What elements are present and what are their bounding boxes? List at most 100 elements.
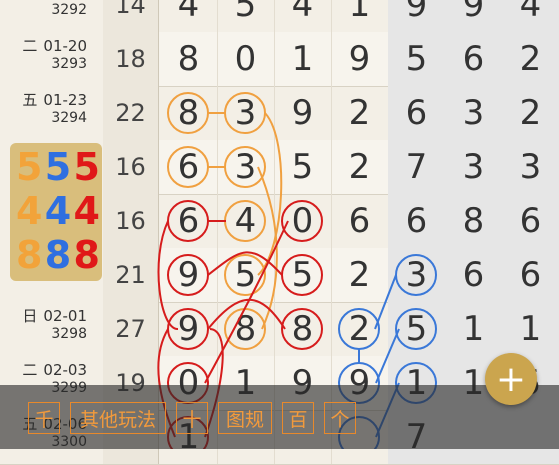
- badge-digit: 4: [44, 189, 72, 233]
- digit-cell: 3: [502, 140, 559, 194]
- badge-digit: 8: [16, 233, 43, 277]
- digit-cell: 5: [217, 248, 275, 302]
- date-text: 02-03: [43, 361, 87, 379]
- digit-cell: 3: [445, 140, 503, 194]
- digit-cell: 1: [445, 302, 503, 356]
- draw-row: 3292 14 4 5 4 1 9 9 4: [0, 0, 559, 33]
- badge-row-1: 5 5 5: [16, 147, 100, 187]
- draw-date: 二 01-20: [22, 35, 87, 56]
- digit-cell: 3: [217, 140, 275, 194]
- issue-number: 3292: [51, 2, 87, 18]
- weekday: 五: [22, 91, 38, 109]
- digit-cell: 4: [274, 0, 332, 32]
- draw-date: 日 02-01: [22, 305, 87, 326]
- badge-digit: 5: [73, 145, 100, 189]
- digit-cell: 6: [331, 194, 389, 248]
- digit-cell: 7: [388, 140, 446, 194]
- digit-cell: 2: [331, 248, 389, 302]
- date-cell: 日 02-01 3298: [0, 302, 104, 356]
- draw-date: 二 02-03: [22, 359, 87, 380]
- digit-cell: 8: [160, 86, 218, 140]
- other-play-button[interactable]: 其他玩法: [70, 402, 166, 434]
- digit-cell: 3: [445, 86, 503, 140]
- weekday: 日: [22, 307, 38, 325]
- sum-value: 21: [103, 248, 159, 302]
- draw-row: 日 02-01 3298 27 9 8 8 2 5 1 1: [0, 302, 559, 357]
- add-fab-button[interactable]: +: [485, 353, 537, 405]
- sum-value: 16: [103, 194, 159, 248]
- digit-cell: 5: [388, 302, 446, 356]
- units-button[interactable]: 个: [324, 402, 356, 434]
- digit-cell: 1: [331, 0, 389, 32]
- digit-cell: 2: [502, 32, 559, 86]
- digit-cell: 0: [217, 32, 275, 86]
- digit-cell: 1: [274, 32, 332, 86]
- digit-cell: 2: [331, 140, 389, 194]
- digit-cell: 9: [274, 86, 332, 140]
- weekday: 二: [22, 361, 38, 379]
- digit-cell: 3: [388, 248, 446, 302]
- badge-digit: 5: [44, 145, 72, 189]
- date-text: 01-20: [43, 37, 87, 55]
- digit-cell: 8: [445, 194, 503, 248]
- badge-row-2: 4 4 4: [16, 191, 100, 231]
- draw-row: 五 01-23 3294 22 8 3 9 2 6 3 2: [0, 86, 559, 141]
- sum-value: 14: [103, 0, 159, 32]
- badge-digit: 4: [16, 189, 43, 233]
- badge-digit: 4: [73, 189, 100, 233]
- digit-cell: 9: [160, 302, 218, 356]
- digit-cell: 6: [445, 32, 503, 86]
- digit-cell: 4: [502, 0, 559, 32]
- digit-cell: 8: [274, 302, 332, 356]
- draw-row: 二 01-20 3293 18 8 0 1 9 5 6 2: [0, 32, 559, 87]
- digit-cell: 4: [217, 194, 275, 248]
- digit-cell: 8: [160, 32, 218, 86]
- digit-cell: 1: [502, 302, 559, 356]
- digit-cell: 5: [217, 0, 275, 32]
- date-text: 02-01: [43, 307, 87, 325]
- date-cell: 二 01-20 3293: [0, 32, 104, 86]
- hundreds-button[interactable]: 百: [282, 402, 314, 434]
- date-cell: 3292: [0, 0, 104, 32]
- digit-cell: 4: [160, 0, 218, 32]
- digit-cell: 2: [331, 86, 389, 140]
- draw-date: 五 01-23: [22, 89, 87, 110]
- badge-digit: 8: [73, 233, 100, 277]
- digit-cell: 6: [502, 248, 559, 302]
- digit-cell: 5: [274, 140, 332, 194]
- digit-cell: 5: [388, 32, 446, 86]
- date-text: 01-23: [43, 91, 87, 109]
- badge-digit: 5: [16, 145, 43, 189]
- digit-cell: 9: [160, 248, 218, 302]
- thousands-button[interactable]: 千: [28, 402, 60, 434]
- chart-rules-button[interactable]: 图规: [218, 402, 272, 434]
- badge-row-3: 8 8 8: [16, 235, 100, 275]
- tens-button[interactable]: 十: [176, 402, 208, 434]
- sum-value: 18: [103, 32, 159, 86]
- digit-cell: 9: [388, 0, 446, 32]
- issue-number: 3294: [51, 110, 87, 126]
- digit-cell: 0: [274, 194, 332, 248]
- digit-cell: 9: [331, 32, 389, 86]
- digit-cell: 2: [502, 86, 559, 140]
- sum-value: 22: [103, 86, 159, 140]
- issue-number: 3293: [51, 56, 87, 72]
- plus-icon: +: [495, 358, 527, 400]
- digit-cell: 5: [274, 248, 332, 302]
- digit-cell: 6: [160, 194, 218, 248]
- digit-cell: 6: [388, 194, 446, 248]
- badge-digit: 8: [44, 233, 72, 277]
- pattern-badge[interactable]: 5 5 5 4 4 4 8 8 8: [10, 143, 102, 281]
- digit-cell: 2: [331, 302, 389, 356]
- digit-cell: 3: [217, 86, 275, 140]
- digit-cell: 6: [445, 248, 503, 302]
- sum-value: 27: [103, 302, 159, 356]
- digit-cell: 8: [217, 302, 275, 356]
- digit-cell: 9: [445, 0, 503, 32]
- date-cell: 五 01-23 3294: [0, 86, 104, 140]
- sum-value: 16: [103, 140, 159, 194]
- digit-cell: 6: [502, 194, 559, 248]
- weekday: 二: [22, 37, 38, 55]
- digit-cell: 6: [388, 86, 446, 140]
- digit-cell: 6: [160, 140, 218, 194]
